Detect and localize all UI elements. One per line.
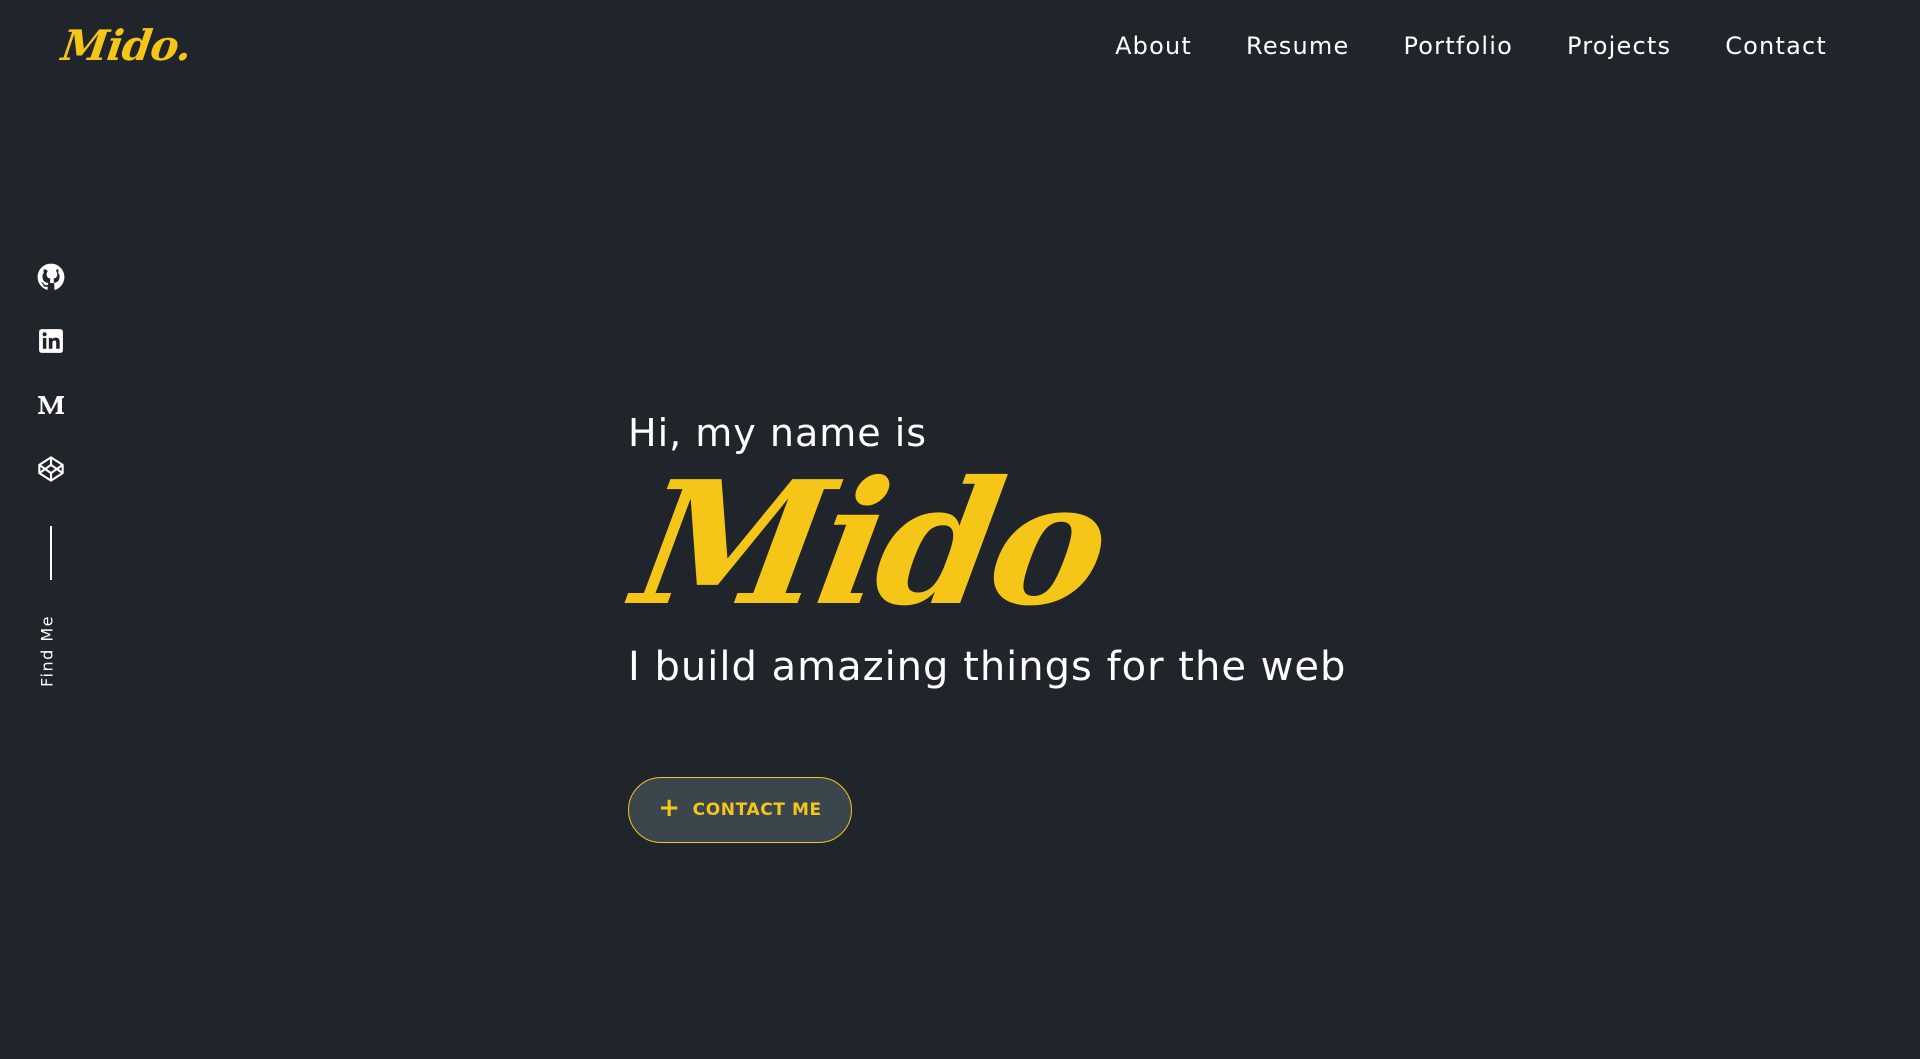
contact-me-button[interactable]: + CONTACT ME — [628, 777, 852, 843]
medium-icon — [38, 396, 64, 414]
contact-me-label: CONTACT ME — [692, 800, 822, 820]
nav-link-resume[interactable]: Resume — [1246, 28, 1349, 64]
rail-divider — [50, 526, 52, 580]
nav-link-about[interactable]: About — [1115, 28, 1192, 64]
nav-item-resume: Resume — [1246, 28, 1349, 64]
nav-item-contact: Contact — [1725, 28, 1827, 64]
social-rail — [36, 262, 66, 580]
main-nav: About Resume Portfolio Projects Contact — [1061, 28, 1827, 64]
hero-name: Mido — [622, 444, 1119, 644]
nav-link-portfolio[interactable]: Portfolio — [1403, 28, 1513, 64]
logo[interactable]: Mido. — [58, 18, 195, 74]
nav-item-projects: Projects — [1567, 28, 1671, 64]
nav-item-portfolio: Portfolio — [1403, 28, 1513, 64]
codepen-link[interactable] — [36, 454, 66, 484]
codepen-icon — [38, 456, 64, 482]
plus-icon: + — [658, 793, 681, 823]
nav-link-projects[interactable]: Projects — [1567, 28, 1671, 64]
medium-link[interactable] — [36, 390, 66, 420]
hero-tagline: I build amazing things for the web — [628, 644, 1347, 690]
github-icon — [37, 263, 65, 290]
linkedin-icon — [39, 329, 63, 353]
github-link[interactable] — [36, 262, 66, 292]
nav-item-about: About — [1115, 28, 1192, 64]
find-me-label: Find Me — [37, 614, 57, 688]
hero-section: Hi, my name is Mido I build amazing thin… — [622, 405, 1347, 695]
linkedin-link[interactable] — [36, 326, 66, 356]
nav-link-contact[interactable]: Contact — [1725, 28, 1827, 64]
page: Mido. About Resume Portfolio Projects Co… — [0, 0, 1920, 1059]
